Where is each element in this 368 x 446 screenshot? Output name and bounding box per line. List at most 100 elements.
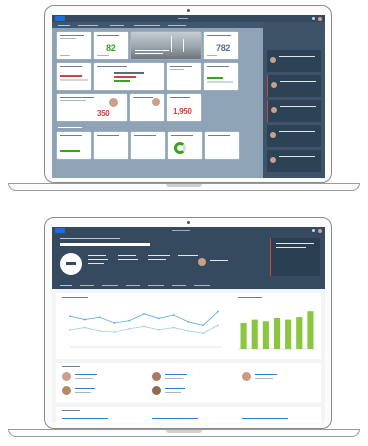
line-point-1-3 bbox=[98, 316, 101, 319]
contacts-section-title bbox=[62, 366, 80, 367]
tab-3[interactable] bbox=[102, 285, 118, 286]
bar-4 bbox=[273, 317, 281, 349]
bar-chart-title bbox=[238, 297, 262, 298]
contact-card-4[interactable] bbox=[152, 386, 212, 398]
group-tab-3[interactable] bbox=[110, 25, 124, 26]
notification-text bbox=[279, 56, 315, 57]
notification-2[interactable] bbox=[267, 75, 321, 97]
contact-name[interactable] bbox=[210, 260, 228, 261]
tile-r2-c[interactable] bbox=[167, 63, 201, 90]
contact-card-1[interactable] bbox=[62, 372, 122, 384]
documents-section-title bbox=[62, 410, 80, 411]
object-header bbox=[52, 234, 325, 289]
tab-1[interactable] bbox=[60, 285, 72, 286]
tile-title bbox=[60, 135, 82, 136]
tile-r1-a[interactable] bbox=[57, 32, 91, 59]
document-link-2[interactable] bbox=[152, 418, 198, 419]
document-link-3[interactable] bbox=[242, 418, 288, 419]
notification-text bbox=[279, 131, 315, 132]
group-tab-4[interactable] bbox=[134, 25, 160, 26]
user-avatar[interactable] bbox=[318, 228, 322, 233]
group-tab-1[interactable] bbox=[58, 25, 70, 26]
contact-name-link[interactable] bbox=[165, 374, 187, 375]
document-link-1[interactable] bbox=[62, 418, 108, 419]
header-attribute-6 bbox=[148, 255, 170, 256]
tile-r1-b[interactable]: 82 bbox=[94, 32, 128, 59]
tile-r2-a[interactable] bbox=[57, 63, 91, 90]
documents-section bbox=[56, 407, 321, 423]
line-point-1-6 bbox=[143, 312, 145, 315]
tile-r3-c[interactable]: 1,950 bbox=[167, 94, 201, 121]
bar-6 bbox=[296, 317, 303, 349]
notification-5[interactable] bbox=[267, 150, 321, 172]
notification-avatar bbox=[270, 57, 276, 63]
user-avatar[interactable] bbox=[318, 16, 322, 21]
tile-title bbox=[97, 66, 127, 67]
search-icon[interactable] bbox=[312, 17, 315, 20]
header-attribute-4 bbox=[118, 255, 136, 256]
tile-title bbox=[60, 97, 94, 98]
kpi-c-value: 350 bbox=[97, 109, 110, 118]
tile-g2-d[interactable] bbox=[168, 132, 202, 159]
header-attribute-7 bbox=[148, 259, 166, 260]
tile-title bbox=[207, 35, 231, 36]
contact-photo bbox=[198, 258, 206, 266]
tile-footer bbox=[97, 55, 109, 56]
tab-4[interactable] bbox=[126, 285, 140, 286]
contact-role bbox=[255, 378, 273, 379]
line-point-1-2 bbox=[83, 318, 86, 321]
line-point-2-7 bbox=[157, 328, 160, 331]
tile-g2-a[interactable] bbox=[57, 132, 91, 159]
tile-footer bbox=[207, 55, 217, 56]
laptop-top-base bbox=[8, 183, 360, 191]
laptop-bottom-lid bbox=[44, 217, 332, 429]
line-point-2-10 bbox=[202, 332, 205, 335]
tile-title bbox=[60, 35, 84, 36]
tile-g2-e[interactable] bbox=[205, 132, 239, 159]
contact-name-link[interactable] bbox=[255, 374, 277, 375]
laptop-top-notch bbox=[166, 184, 202, 187]
wind-turbine-image-2 bbox=[183, 39, 184, 52]
sap-logo bbox=[55, 16, 65, 21]
notification-1[interactable] bbox=[267, 50, 321, 72]
contact-card-5[interactable] bbox=[242, 372, 302, 384]
contact-name-link[interactable] bbox=[165, 388, 185, 389]
group-tab-2[interactable] bbox=[78, 25, 98, 26]
notification-text bbox=[280, 106, 316, 107]
object-page-screen bbox=[52, 227, 325, 423]
tile-title bbox=[97, 135, 119, 136]
contact-name-link[interactable] bbox=[75, 388, 95, 389]
tile-r3-b[interactable] bbox=[130, 94, 164, 121]
line-point-1-8 bbox=[172, 314, 175, 316]
contact-card-3[interactable] bbox=[152, 372, 212, 384]
contact-role bbox=[165, 392, 181, 393]
tile-r1-d[interactable]: 782 bbox=[204, 32, 238, 59]
tile-r2-d[interactable] bbox=[204, 63, 238, 90]
launchpad-title bbox=[178, 18, 188, 19]
contact-photo bbox=[152, 386, 161, 395]
breadcrumb[interactable] bbox=[60, 238, 120, 239]
object-shell-bar bbox=[52, 227, 325, 234]
notification-avatar bbox=[271, 82, 277, 88]
contact-name-link[interactable] bbox=[75, 374, 97, 375]
group-tab-5[interactable] bbox=[168, 25, 186, 26]
bar-2 bbox=[251, 319, 258, 349]
tab-5[interactable] bbox=[148, 285, 164, 286]
contact-photo bbox=[242, 372, 251, 381]
notification-4[interactable] bbox=[267, 125, 321, 147]
news-tile[interactable] bbox=[131, 32, 201, 59]
bullet-bar-target bbox=[60, 79, 88, 81]
tile-r2-b[interactable] bbox=[94, 63, 164, 90]
tile-r3-a[interactable]: 350 bbox=[57, 94, 127, 121]
tab-7[interactable] bbox=[194, 285, 210, 286]
tab-2[interactable] bbox=[80, 285, 94, 286]
contact-card-2[interactable] bbox=[62, 386, 122, 398]
search-icon[interactable] bbox=[312, 229, 315, 232]
tile-g2-b[interactable] bbox=[94, 132, 128, 159]
tile-g2-c[interactable] bbox=[131, 132, 165, 159]
launchpad-screen: 82 782 350 1,950 bbox=[52, 15, 325, 178]
tile-title bbox=[171, 135, 193, 136]
tab-6[interactable] bbox=[172, 285, 186, 286]
bar-7 bbox=[307, 311, 314, 349]
notification-3[interactable] bbox=[267, 100, 321, 122]
